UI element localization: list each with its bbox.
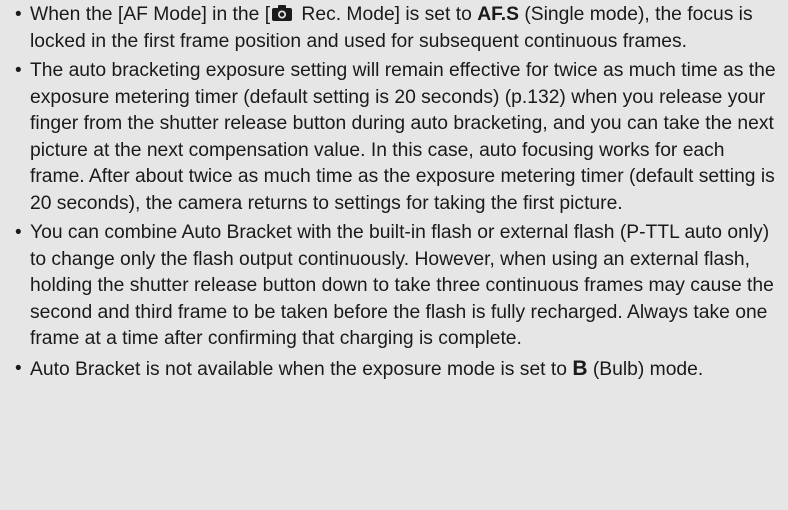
note-text-part: Rec. Mode] is set to <box>296 4 478 25</box>
note-bulb-mode: • Auto Bracket is not available when the… <box>12 356 776 384</box>
bullet: • <box>15 222 22 243</box>
note-text: You can combine Auto Bracket with the bu… <box>30 222 774 349</box>
note-text: The auto bracketing exposure setting wil… <box>30 60 776 214</box>
note-bracketing-timer: • The auto bracketing exposure setting w… <box>12 58 776 217</box>
note-text-part: Auto Bracket is not available when the e… <box>30 358 573 380</box>
note-text-part: (Bulb) mode. <box>587 358 704 380</box>
note-af-mode: • When the [AF Mode] in the [ Rec. Mode]… <box>12 2 776 55</box>
bullet: • <box>15 60 22 81</box>
note-text-part: When the [AF Mode] in the [ <box>30 4 271 25</box>
camera-icon <box>272 5 293 21</box>
bullet: • <box>15 357 22 379</box>
bullet: • <box>15 4 22 25</box>
notes-panel: • When the [AF Mode] in the [ Rec. Mode]… <box>0 0 788 510</box>
bulb-mode-label: B <box>572 356 588 380</box>
note-flash: • You can combine Auto Bracket with the … <box>12 220 776 353</box>
notes-list: • When the [AF Mode] in the [ Rec. Mode]… <box>12 2 776 383</box>
af-s-mode-label: AF.S <box>477 4 519 25</box>
